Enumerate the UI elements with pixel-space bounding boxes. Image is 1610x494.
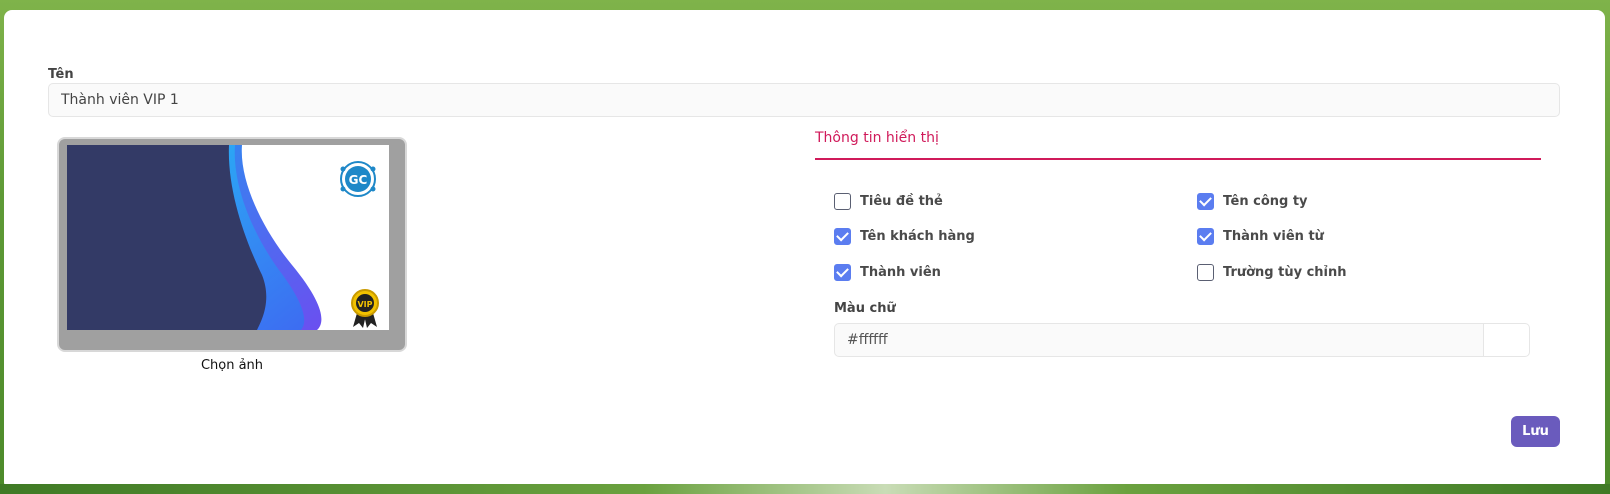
option-label: Tên khách hàng xyxy=(860,229,975,244)
checkbox-card-title[interactable] xyxy=(834,193,851,210)
save-button[interactable]: Lưu xyxy=(1511,416,1560,447)
checkbox-member-since[interactable] xyxy=(1197,228,1214,245)
company-logo-icon: GC xyxy=(340,161,376,197)
name-input[interactable] xyxy=(48,83,1560,117)
section-divider xyxy=(815,158,1541,160)
option-card-title[interactable]: Tiêu đề thẻ xyxy=(834,193,943,210)
checkbox-company-name[interactable] xyxy=(1197,193,1214,210)
color-swatch-picker[interactable] xyxy=(1483,323,1530,357)
checkbox-customer-name[interactable] xyxy=(834,228,851,245)
option-label: Thành viên xyxy=(860,265,941,280)
option-member-since[interactable]: Thành viên từ xyxy=(1197,228,1324,245)
option-label: Trường tùy chỉnh xyxy=(1223,265,1347,280)
option-member[interactable]: Thành viên xyxy=(834,264,941,281)
card-image-picker[interactable]: GC VIP xyxy=(57,137,407,352)
name-label: Tên xyxy=(48,67,74,82)
checkbox-custom-field[interactable] xyxy=(1197,264,1214,281)
text-color-input[interactable] xyxy=(834,323,1484,357)
choose-image-label[interactable]: Chọn ảnh xyxy=(57,358,407,373)
display-info-title: Thông tin hiển thị xyxy=(815,130,939,146)
option-company-name[interactable]: Tên công ty xyxy=(1197,193,1308,210)
option-label: Thành viên từ xyxy=(1223,229,1324,244)
option-custom-field[interactable]: Trường tùy chỉnh xyxy=(1197,264,1347,281)
option-label: Tiêu đề thẻ xyxy=(860,194,943,209)
settings-panel: Tên Thành viên VIP 1 GC VIP Chọn ảnh xyxy=(4,10,1605,490)
text-color-label: Màu chữ xyxy=(834,301,896,316)
option-customer-name[interactable]: Tên khách hàng xyxy=(834,228,975,245)
badge-text: VIP xyxy=(357,300,372,309)
option-label: Tên công ty xyxy=(1223,194,1308,209)
background-strip xyxy=(0,484,1610,494)
logo-text: GC xyxy=(349,173,368,187)
card-preview-image: GC VIP xyxy=(67,145,389,330)
checkbox-member[interactable] xyxy=(834,264,851,281)
